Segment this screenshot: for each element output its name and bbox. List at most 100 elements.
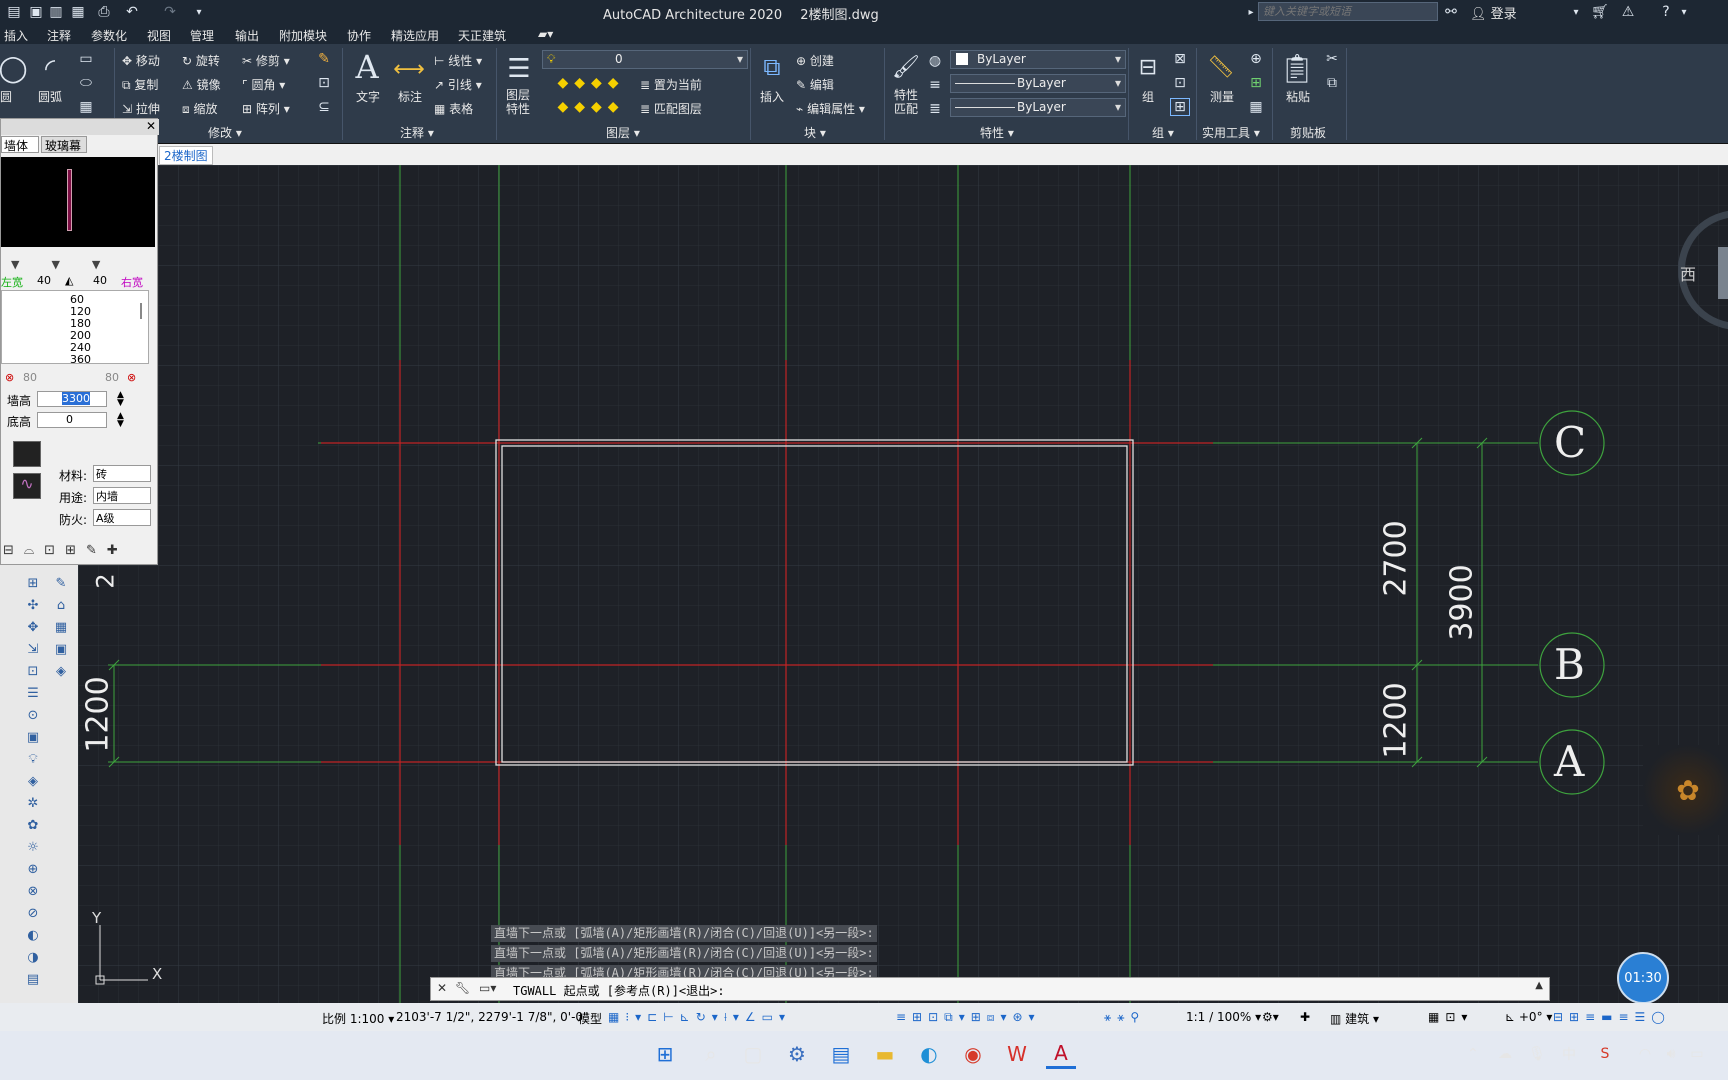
login-button[interactable]: 👤︎ 登录 xyxy=(1470,3,1517,22)
block-panel-title[interactable]: 块 ▾ xyxy=(804,124,826,141)
open-icon[interactable]: ▦ xyxy=(70,3,86,21)
chevron-right-icon[interactable]: ▸ xyxy=(1246,4,1256,20)
group-select-icon[interactable]: ⊞ xyxy=(1170,98,1190,116)
wall-height-input[interactable]: 3300 xyxy=(37,391,107,407)
linear-button[interactable]: ⊢ 线性 ▾ xyxy=(434,52,482,69)
dimension-icon[interactable]: ⟷ xyxy=(392,52,426,86)
array-button[interactable]: ⊞ 阵列 ▾ xyxy=(242,100,290,117)
properties-panel-title[interactable]: 特性 ▾ xyxy=(980,124,1014,141)
stretch-button[interactable]: ⇲ 拉伸 xyxy=(122,100,160,117)
microphone-icon[interactable]: 🎙︎ xyxy=(1522,1039,1552,1069)
scale-button[interactable]: ⧈ 缩放 xyxy=(182,100,217,117)
arc-icon[interactable]: ◜ xyxy=(34,52,66,86)
width-list[interactable]: 60 120 180 200 240 360 xyxy=(1,290,149,366)
menu-extra-icon[interactable]: ▰▾ xyxy=(538,27,553,41)
layer-tools-icon[interactable]: ◆◆◆◆ xyxy=(546,74,636,92)
menu-parametric[interactable]: 参数化 xyxy=(91,27,127,44)
wall-tool-icons[interactable]: ⊟⌓⊡⊞✎✚ xyxy=(3,543,128,558)
undo-icon[interactable]: ↶ xyxy=(122,3,142,21)
material-select[interactable]: 砖 xyxy=(93,465,151,482)
text-icon[interactable]: A xyxy=(350,48,384,86)
utilities-panel-title[interactable]: 实用工具 ▾ xyxy=(1202,124,1260,141)
trim-button[interactable]: ✂ 修剪 ▾ xyxy=(242,52,290,69)
ime-icon[interactable]: 中 xyxy=(1554,1039,1584,1069)
paste-icon[interactable]: 📋︎ xyxy=(1279,50,1315,86)
windows-start-icon[interactable]: ⊞ xyxy=(650,1039,680,1069)
annotation-panel-title[interactable]: 注释 ▾ xyxy=(400,124,434,141)
base-height-spinner-icon[interactable]: ▲ ▼ xyxy=(117,412,124,429)
annotation-icons[interactable]: ⚹⚹⚲ xyxy=(1104,1010,1145,1025)
autodesk-app-icon[interactable]: ⚠ xyxy=(1618,3,1638,21)
tangent-tool-icons[interactable]: ⊞ ✣ ✥ ⇲ ⊡ ☰ ⊙ ▣ 💡︎ ◈ ✲ ✿ ☼ ⊕ ⊗ ⊘ ◐ ◑ ▤ xyxy=(22,573,44,993)
misc-status-icons[interactable]: ⊟⊞≡▬≡☰◯ xyxy=(1553,1010,1671,1024)
save-icon[interactable]: ▣ xyxy=(28,3,44,21)
redo-icon[interactable]: ↷ xyxy=(160,3,180,21)
file-explorer-icon[interactable]: ▬ xyxy=(870,1039,900,1069)
workspace-gear-icon[interactable]: ⚙▾ xyxy=(1262,1010,1279,1024)
store-icon[interactable]: ▤ xyxy=(826,1039,856,1069)
palette-close-icon[interactable]: ✕ xyxy=(146,119,156,133)
boundary-icon[interactable]: ▦ xyxy=(76,98,96,116)
search-input[interactable] xyxy=(1258,2,1438,21)
fillet-button[interactable]: ⌜ 圆角 ▾ xyxy=(242,76,285,93)
tab-wall[interactable]: 墙体 xyxy=(1,136,39,153)
modify-panel-title[interactable]: 修改 ▾ xyxy=(208,124,242,141)
scale-button[interactable]: 比例 1:100 ▾ xyxy=(322,1010,394,1027)
color-wheel-icon[interactable]: ◍ xyxy=(926,52,944,70)
copy-button[interactable]: ⧉ 复制 xyxy=(122,76,158,93)
tab-glass-curtain[interactable]: 玻璃幕 xyxy=(41,136,87,153)
copy-clip-icon[interactable]: ⧉ xyxy=(1322,74,1342,92)
layers-panel-title[interactable]: 图层 ▾ xyxy=(606,124,640,141)
binoculars-icon[interactable]: ⚯ xyxy=(1442,3,1460,21)
rectangle-icon[interactable]: ▭ xyxy=(76,50,96,68)
menu-view[interactable]: 视图 xyxy=(147,27,171,44)
quick-select-icon[interactable]: ⊕ xyxy=(1246,50,1266,68)
autocad-taskbar-icon[interactable]: A xyxy=(1046,1039,1076,1069)
explode-icon[interactable]: ⊡ xyxy=(314,74,334,92)
list-scrollbar[interactable] xyxy=(140,303,142,319)
menu-output[interactable]: 输出 xyxy=(235,27,259,44)
angle-button[interactable]: ⊾ +0° ▾ xyxy=(1505,1010,1552,1024)
quick-access-dropdown-icon[interactable]: ▾ xyxy=(192,3,206,21)
doc-tab-active[interactable]: 2楼制图 xyxy=(159,146,213,165)
coordinates-readout[interactable]: 2103'-7 1/2", 2279'-1 7/8", 0'-0" xyxy=(396,1010,589,1024)
alignment-markers[interactable]: ▼▼▼ xyxy=(11,258,132,271)
settings-gear-icon[interactable]: ⚙ xyxy=(782,1039,812,1069)
grid-snap-icons[interactable]: ▦⁝▾⊏⊢⊾↻▾⟊▾∠▭▾ xyxy=(608,1010,791,1025)
color-dropdown[interactable]: ByLayer xyxy=(950,50,1126,69)
cart-icon[interactable]: 🛒︎ xyxy=(1590,3,1610,21)
ungroup-icon[interactable]: ⊠ xyxy=(1170,50,1190,68)
help-dropdown-icon[interactable]: ▾ xyxy=(1678,3,1690,21)
drawing-canvas[interactable]: 线框 C B A 2700 3900 1200 1200 2 Y X 西 ✿ 直… xyxy=(78,165,1728,1003)
battery-icon[interactable]: ▭ xyxy=(1682,1039,1712,1069)
edit-attr-button[interactable]: ⌁ 编辑属性 ▾ xyxy=(796,100,865,117)
command-expand-icon[interactable]: ▲ xyxy=(1535,980,1543,991)
workspace-button[interactable]: ▥ 建筑 ▾ xyxy=(1330,1010,1379,1027)
use-select[interactable]: 内墙 xyxy=(93,487,151,504)
menu-insert[interactable]: 插入 xyxy=(4,27,28,44)
rotate-button[interactable]: ↻ 旋转 xyxy=(182,52,220,69)
new-file-icon[interactable]: ▤ xyxy=(6,3,22,21)
menu-collaborate[interactable]: 协作 xyxy=(347,27,371,44)
cut-icon[interactable]: ✂ xyxy=(1322,50,1342,68)
clipboard-panel-title[interactable]: 剪贴板 xyxy=(1290,124,1326,141)
help-icon[interactable]: ? xyxy=(1656,3,1676,21)
group-icon[interactable]: ⊟ xyxy=(1134,50,1162,84)
wall-height-spinner-icon[interactable]: ▲ ▼ xyxy=(117,391,124,408)
delete-right-icon[interactable]: ⊗ xyxy=(127,371,136,384)
layer-tools-icon[interactable]: ◆◆◆◆ xyxy=(546,98,636,116)
edit-block-button[interactable]: ✎ 编辑 xyxy=(796,76,834,93)
tray-chevron-icon[interactable]: ⌃ xyxy=(1458,1039,1488,1069)
match-properties-icon[interactable]: 🖌︎ xyxy=(890,50,922,84)
mirror-button[interactable]: ⚠ 镜像 xyxy=(182,76,221,93)
login-dropdown-icon[interactable]: ▾ xyxy=(1570,3,1582,21)
select-all-icon[interactable]: ⊞ xyxy=(1246,74,1266,92)
set-current-button[interactable]: ≣ 置为当前 xyxy=(640,76,702,93)
fire-select[interactable]: A级 xyxy=(93,509,151,526)
task-view-icon[interactable]: ▢ xyxy=(738,1039,768,1069)
command-prompt[interactable]: TGWALL 起点或 [参考点(R)]<退出>: xyxy=(513,982,725,999)
menu-manage[interactable]: 管理 xyxy=(190,27,214,44)
onedrive-icon[interactable]: ☁ xyxy=(1490,1039,1520,1069)
layer-dropdown[interactable]: 💡︎ 0 xyxy=(542,50,748,69)
delete-left-icon[interactable]: ⊗ xyxy=(5,371,14,384)
